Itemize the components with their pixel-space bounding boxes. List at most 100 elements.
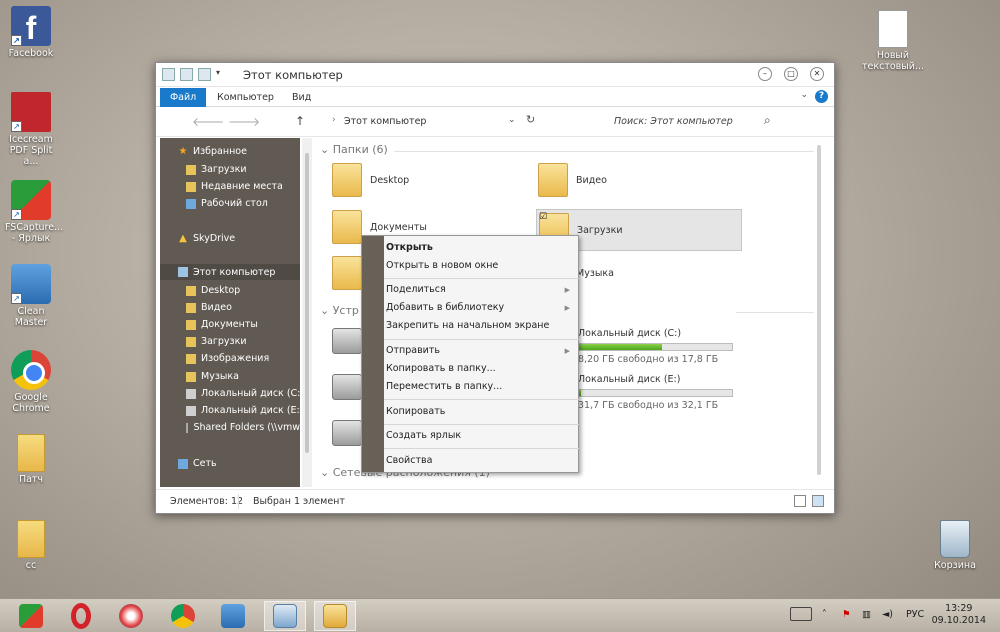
menu-item-add-to-library[interactable]: Добавить в библиотеку [386, 302, 504, 313]
menu-item-send-to[interactable]: Отправить [386, 345, 440, 356]
group-header-folders[interactable]: ⌄ Папки (6) [320, 143, 388, 156]
nav-this-pc[interactable]: Этот компьютер [160, 264, 300, 280]
taskbar-file-explorer[interactable] [314, 601, 356, 631]
folder-item-desktop[interactable]: Desktop [332, 163, 409, 197]
checkbox-icon[interactable]: ☑ [539, 212, 547, 222]
tab-file[interactable]: Файл [160, 88, 207, 107]
nav-item-drive-c[interactable]: Локальный диск (C:) [186, 388, 304, 399]
drive-item-e[interactable]: Локальный диск (E:) 31,7 ГБ свободно из … [578, 374, 733, 411]
desktop-icon-cc-folder[interactable]: cc [0, 520, 62, 571]
menu-item-open-new-window[interactable]: Открыть в новом окне [386, 260, 498, 271]
minimize-button[interactable]: – [758, 67, 772, 81]
nav-item-pc-downloads[interactable]: Загрузки [186, 336, 247, 347]
menu-item-pin-to-start[interactable]: Закрепить на начальном экране [386, 320, 549, 331]
folder-item-video[interactable]: Видео [538, 163, 607, 197]
nav-item-pictures[interactable]: Изображения [186, 353, 269, 364]
content-scrollbar-thumb[interactable] [817, 145, 821, 475]
folder-icon [332, 163, 362, 197]
menu-item-copy[interactable]: Копировать [386, 406, 445, 417]
nav-network[interactable]: Сеть [178, 458, 217, 469]
taskbar-opera[interactable] [60, 601, 102, 631]
taskbar-control-panel[interactable] [264, 601, 306, 631]
nav-item-desktop[interactable]: Рабочий стол [186, 198, 268, 209]
collapse-icon: ⌄ [320, 143, 333, 156]
flag-icon[interactable]: ⚑ [842, 609, 851, 620]
back-button[interactable]: 🡐 [192, 114, 224, 129]
nav-scrollbar-thumb[interactable] [305, 153, 309, 453]
address-dropdown-icon[interactable]: ⌄ [508, 115, 516, 125]
search-icon[interactable]: ⌕ [764, 113, 771, 128]
nav-item-downloads[interactable]: Загрузки [186, 164, 247, 175]
language-indicator[interactable]: РУС [906, 609, 924, 620]
nav-item-shared-folders[interactable]: Shared Folders (\\vmw [186, 422, 300, 433]
system-menu-icon[interactable] [162, 68, 175, 81]
desktop-icon-icecream[interactable]: ↗ Icecream PDF Split a... [0, 92, 62, 167]
pictures-folder-icon [186, 353, 196, 364]
drive-item-c[interactable]: Локальный диск (C:) 8,20 ГБ свободно из … [578, 328, 733, 365]
clock[interactable]: 13:29 09.10.2014 [932, 603, 986, 627]
desktop-icon-recycle-bin[interactable]: Корзина [924, 520, 986, 571]
taskbar-fscapture[interactable] [10, 601, 52, 631]
breadcrumb-arrow-icon[interactable]: › [332, 115, 336, 125]
help-icon[interactable]: ? [815, 90, 828, 103]
new-folder-icon[interactable] [198, 68, 211, 81]
properties-icon[interactable] [180, 68, 193, 81]
desktop-icon-facebook[interactable]: f ↗ Facebook [0, 6, 62, 59]
taskbar-clean-master[interactable] [212, 601, 254, 631]
desktop-icon-clean-master[interactable]: ↗ Clean Master [0, 264, 62, 328]
tab-view[interactable]: Вид [282, 88, 321, 107]
maximize-button[interactable]: □ [784, 67, 798, 81]
recent-places-icon [186, 181, 196, 192]
volume-icon[interactable]: ◄) [882, 609, 893, 620]
up-button[interactable]: ↑ [295, 114, 305, 128]
tab-computer[interactable]: Компьютер [207, 88, 284, 107]
menu-item-open[interactable]: Открыть [386, 242, 433, 253]
large-icons-view-icon[interactable] [812, 495, 824, 507]
folder-item-pictures[interactable] [332, 256, 362, 290]
network-status-icon[interactable]: ▥ [862, 609, 871, 620]
documents-folder-icon [186, 319, 196, 330]
nav-favorites[interactable]: ★ Избранное [178, 146, 247, 157]
submenu-arrow-icon: ▶ [564, 304, 570, 312]
desktop-icon-patch-folder[interactable]: Патч [0, 434, 62, 485]
forward-button[interactable]: 🡒 [228, 114, 260, 129]
show-hidden-icons-icon[interactable]: ˄ [822, 609, 827, 620]
address-bar[interactable]: Этот компьютер [344, 116, 426, 127]
refresh-button[interactable]: ↻ [526, 113, 535, 126]
group-header-devices[interactable]: ⌄ Устр [320, 304, 359, 317]
drive-usage-bar [578, 389, 733, 397]
status-item-count: Элементов: 12 [170, 496, 244, 507]
nav-item-documents[interactable]: Документы [186, 319, 258, 330]
menu-item-move-to[interactable]: Переместить в папку... [386, 381, 502, 392]
menu-item-copy-to[interactable]: Копировать в папку... [386, 363, 496, 374]
nav-skydrive[interactable]: ▲ SkyDrive [178, 233, 235, 244]
keyboard-icon[interactable] [790, 607, 812, 621]
desktop-icon-fscapture[interactable]: ↗ FSCapture... - Ярлык [0, 180, 63, 244]
menu-item-create-shortcut[interactable]: Создать ярлык [386, 430, 461, 441]
close-button[interactable]: ✕ [810, 67, 824, 81]
title-bar[interactable]: ▾ Этот компьютер – □ ✕ [156, 63, 834, 87]
nav-item-music[interactable]: Музыка [186, 371, 239, 382]
taskbar-chrome[interactable] [162, 601, 204, 631]
nav-item-pc-desktop[interactable]: Desktop [186, 285, 240, 296]
content-scrollbar[interactable] [816, 145, 822, 475]
nav-item-recent[interactable]: Недавние места [186, 181, 283, 192]
desktop-icon-label: Корзина [934, 560, 976, 571]
desktop-icon-new-text-file[interactable]: Новый текстовый... [862, 10, 924, 72]
details-view-icon[interactable] [794, 495, 806, 507]
chevron-down-icon[interactable]: ▾ [216, 68, 229, 81]
expand-ribbon-icon[interactable]: ⌄ [800, 90, 808, 100]
menu-separator [384, 399, 579, 400]
dvd-drive-icon [332, 420, 362, 446]
clock-time: 13:29 [945, 603, 973, 614]
menu-item-properties[interactable]: Свойства [386, 455, 432, 466]
clock-date: 09.10.2014 [931, 615, 986, 626]
taskbar-app-globe[interactable] [110, 601, 152, 631]
nav-item-drive-e[interactable]: Локальный диск (E:) [186, 405, 303, 416]
desktop-icon-chrome[interactable]: Google Chrome [0, 350, 62, 414]
folder-icon [17, 434, 45, 472]
menu-item-share[interactable]: Поделиться [386, 284, 446, 295]
nav-item-video[interactable]: Видео [186, 302, 232, 313]
search-input[interactable]: Поиск: Этот компьютер [614, 116, 733, 127]
drive-usage-fill [579, 390, 581, 396]
